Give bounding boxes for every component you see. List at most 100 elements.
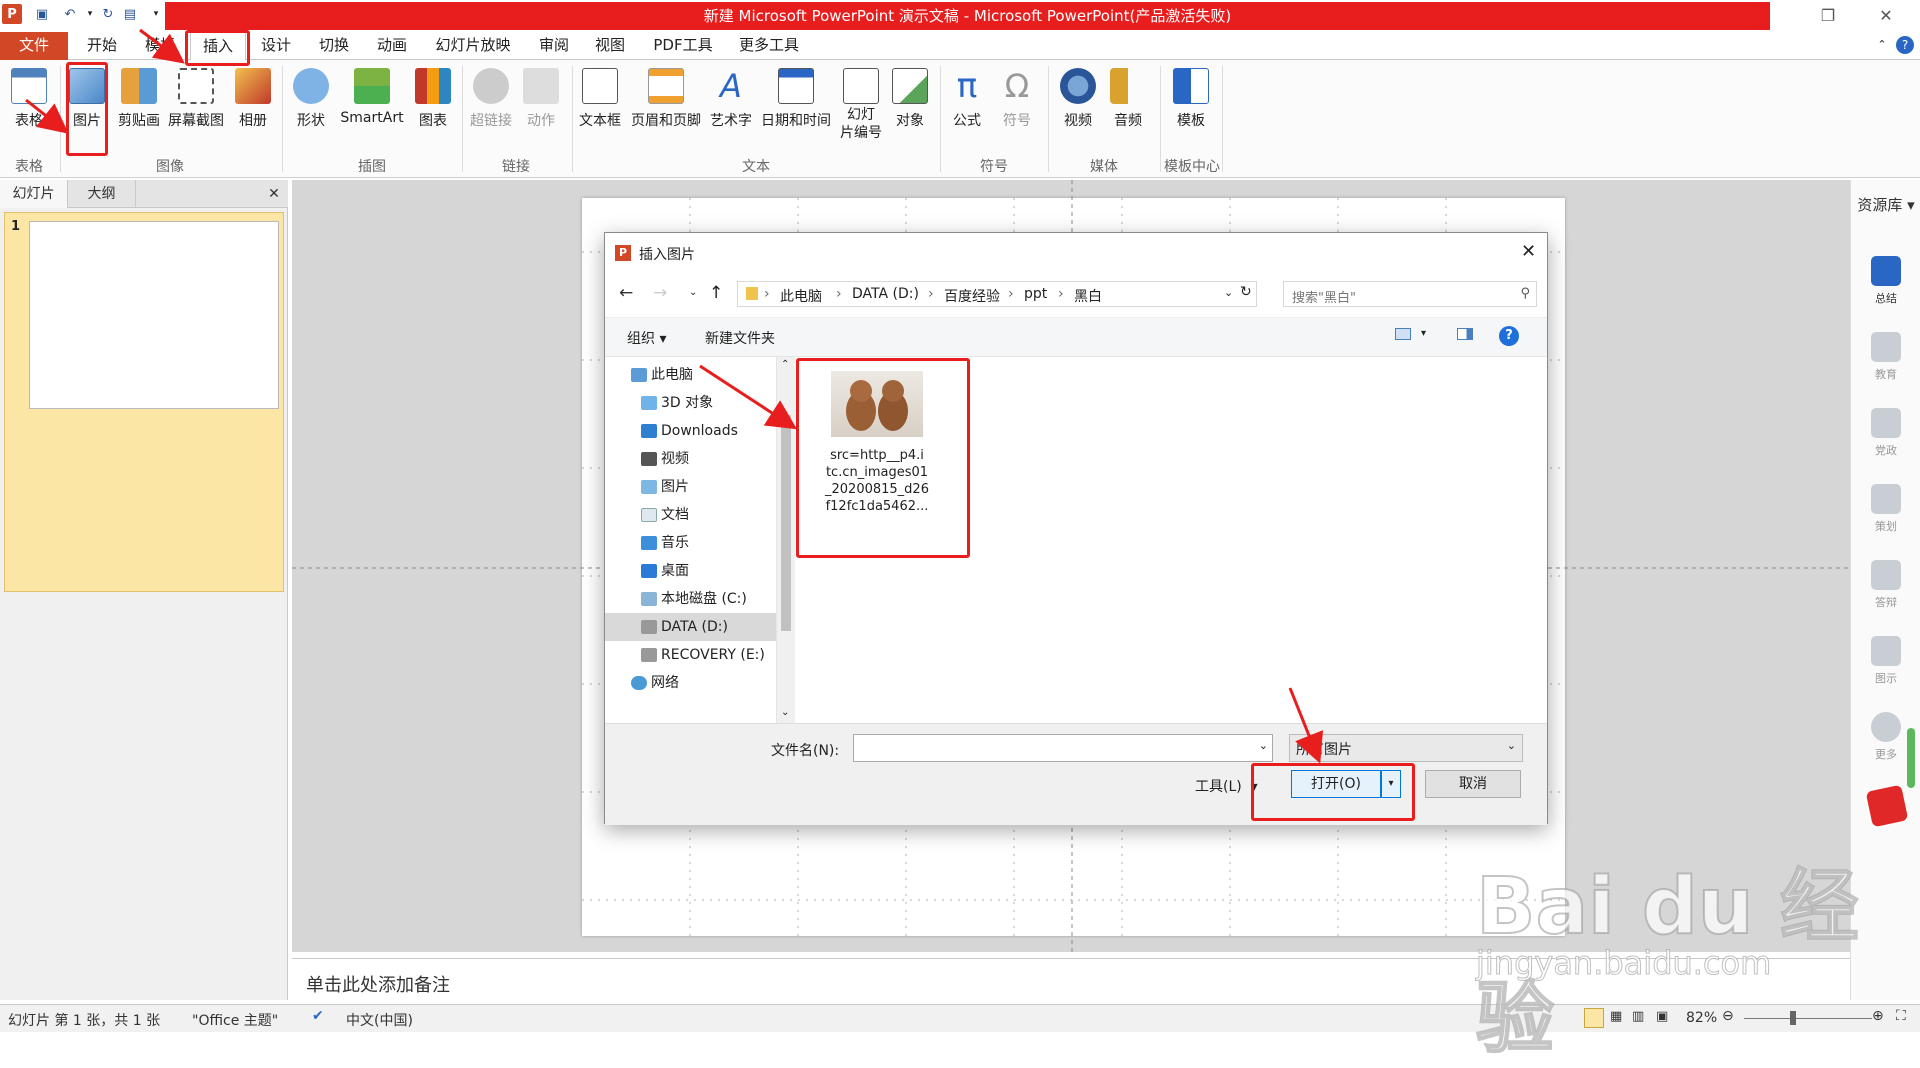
tree-item-videos[interactable]: 视频 (605, 445, 776, 473)
slide-thumbnail-selected[interactable]: 1 (4, 212, 284, 592)
hyperlink-button[interactable]: 超链接 (466, 64, 516, 154)
tree-item-this-pc[interactable]: 此电脑 (605, 361, 776, 389)
tab-outline[interactable]: 大纲 (68, 180, 136, 208)
address-bar[interactable]: › 此电脑 › DATA (D:) › 百度经验 › ppt › 黑白 ⌄ ↻ (737, 281, 1257, 307)
new-folder-button[interactable]: 新建文件夹 (705, 328, 775, 348)
smartart-button[interactable]: SmartArt (336, 64, 408, 154)
restore-window-icon[interactable]: ❐ (1808, 2, 1848, 28)
tab-file[interactable]: 文件 (0, 32, 68, 60)
view-dropdown-icon[interactable]: ▾ (1421, 328, 1426, 339)
tree-item-downloads[interactable]: Downloads (605, 417, 776, 445)
tab-design[interactable]: 设计 (256, 32, 296, 60)
equation-button[interactable]: π 公式 (946, 64, 988, 154)
undo-dropdown-icon[interactable]: ▾ (80, 4, 100, 24)
preview-pane-icon[interactable] (1457, 328, 1473, 340)
tree-item-data-d[interactable]: DATA (D:) (605, 613, 776, 641)
slide-thumbnail[interactable] (29, 221, 279, 409)
refresh-icon[interactable]: ↻ (1240, 284, 1252, 300)
close-pane-icon[interactable]: ✕ (262, 180, 286, 208)
date-time-button[interactable]: 日期和时间 (756, 64, 836, 154)
chart-button[interactable]: 图表 (412, 64, 454, 154)
red-envelope-icon[interactable] (1865, 784, 1909, 828)
resource-item-planning[interactable]: 策划 (1851, 484, 1920, 534)
close-window-icon[interactable]: ✕ (1866, 2, 1906, 28)
resource-item-government[interactable]: 党政 (1851, 408, 1920, 458)
tree-item-pictures[interactable]: 图片 (605, 473, 776, 501)
table-button[interactable]: 表格 (8, 64, 50, 154)
tree-item-network[interactable]: 网络 (605, 669, 776, 697)
tab-home[interactable]: 开始 (82, 32, 122, 60)
file-item-image[interactable]: src=http__p4.i tc.cn_images01 _20200815_… (817, 365, 937, 531)
back-icon[interactable]: ← (619, 283, 633, 303)
tab-insert[interactable]: 插入 (190, 32, 246, 60)
tab-more-tools[interactable]: 更多工具 (734, 32, 804, 60)
tab-transitions[interactable]: 切换 (314, 32, 354, 60)
action-button[interactable]: 动作 (520, 64, 562, 154)
clipart-button[interactable]: 剪贴画 (114, 64, 164, 154)
file-type-select[interactable]: 所有图片 ⌄ (1289, 734, 1523, 762)
redo-icon[interactable]: ↻ (98, 4, 118, 24)
symbol-button[interactable]: Ω 符号 (996, 64, 1038, 154)
textbox-button[interactable]: 文本框 (576, 64, 624, 154)
view-options-icon[interactable] (1395, 328, 1411, 340)
tab-slides[interactable]: 幻灯片 (0, 180, 68, 208)
tree-item-music[interactable]: 音乐 (605, 529, 776, 557)
dialog-help-icon[interactable]: ? (1499, 326, 1519, 346)
breadcrumb-ppt[interactable]: ppt (1024, 286, 1047, 302)
minimize-ribbon-icon[interactable]: ⌃ (1872, 32, 1892, 60)
breadcrumb-this-pc[interactable]: 此电脑 (780, 286, 822, 306)
tab-animations[interactable]: 动画 (372, 32, 412, 60)
scroll-up-icon[interactable]: ⌃ (781, 359, 789, 370)
tab-view[interactable]: 视图 (590, 32, 630, 60)
tree-scrollbar[interactable]: ⌃ ⌄ (777, 357, 795, 723)
open-button[interactable]: 打开(O) (1291, 770, 1381, 798)
tab-review[interactable]: 审阅 (534, 32, 574, 60)
tree-item-local-disk-c[interactable]: 本地磁盘 (C:) (605, 585, 776, 613)
tab-pdf-tools[interactable]: PDF工具 (648, 32, 718, 60)
filename-input[interactable]: ⌄ (853, 734, 1273, 762)
new-slide-icon[interactable]: ▤ (120, 4, 140, 24)
panel-scrollbar[interactable] (1907, 728, 1915, 788)
tab-template[interactable]: 模板 (140, 32, 180, 60)
file-type-dropdown-icon[interactable]: ⌄ (1507, 739, 1516, 752)
tree-item-documents[interactable]: 文档 (605, 501, 776, 529)
photo-album-button[interactable]: 相册 (232, 64, 274, 154)
language[interactable]: 中文(中国) (346, 1010, 413, 1030)
tree-item-desktop[interactable]: 桌面 (605, 557, 776, 585)
resource-item-diagram[interactable]: 图示 (1851, 636, 1920, 686)
resource-item-summary[interactable]: 总结 (1851, 256, 1920, 306)
picture-button[interactable]: 图片 (66, 64, 108, 154)
video-button[interactable]: 视频 (1056, 64, 1100, 154)
address-dropdown-icon[interactable]: ⌄ (1224, 286, 1233, 299)
breadcrumb-baidu[interactable]: 百度经验 (944, 286, 1000, 306)
organize-button[interactable]: 组织 ▾ (627, 328, 666, 348)
powerpoint-app-icon[interactable]: P (2, 4, 22, 24)
resource-item-education[interactable]: 教育 (1851, 332, 1920, 382)
breadcrumb-heibai[interactable]: 黑白 (1074, 286, 1102, 306)
dialog-close-icon[interactable]: ✕ (1521, 241, 1536, 262)
breadcrumb-data-d[interactable]: DATA (D:) (852, 286, 919, 302)
resource-library-header[interactable]: 资源库 ▾ (1851, 194, 1920, 215)
filename-dropdown-icon[interactable]: ⌄ (1259, 739, 1268, 752)
header-footer-button[interactable]: 页眉和页脚 (626, 64, 706, 154)
save-icon[interactable]: ▣ (32, 4, 52, 24)
customize-toolbar-icon[interactable]: ▾ (146, 4, 166, 24)
object-button[interactable]: 对象 (888, 64, 932, 154)
scroll-thumb[interactable] (781, 415, 791, 631)
undo-icon[interactable]: ↶ (60, 4, 80, 24)
spellcheck-icon[interactable]: ✔ (312, 1008, 324, 1024)
scroll-down-icon[interactable]: ⌄ (781, 707, 789, 718)
up-icon[interactable]: ↑ (709, 283, 723, 303)
tools-button[interactable]: 工具(L) ▾ (1195, 776, 1258, 796)
search-input[interactable]: 搜索"黑白" ⚲ (1283, 281, 1537, 307)
shapes-button[interactable]: 形状 (290, 64, 332, 154)
audio-button[interactable]: 音频 (1106, 64, 1150, 154)
help-icon[interactable]: ? (1896, 36, 1914, 54)
cancel-button[interactable]: 取消 (1425, 770, 1521, 798)
template-button[interactable]: 模板 (1168, 64, 1214, 154)
tree-item-3d-objects[interactable]: 3D 对象 (605, 389, 776, 417)
theme-name[interactable]: "Office 主题" (192, 1010, 278, 1030)
recent-locations-icon[interactable]: ⌄ (689, 287, 697, 298)
forward-icon[interactable]: → (653, 283, 667, 303)
wordart-button[interactable]: A 艺术字 (708, 64, 754, 154)
